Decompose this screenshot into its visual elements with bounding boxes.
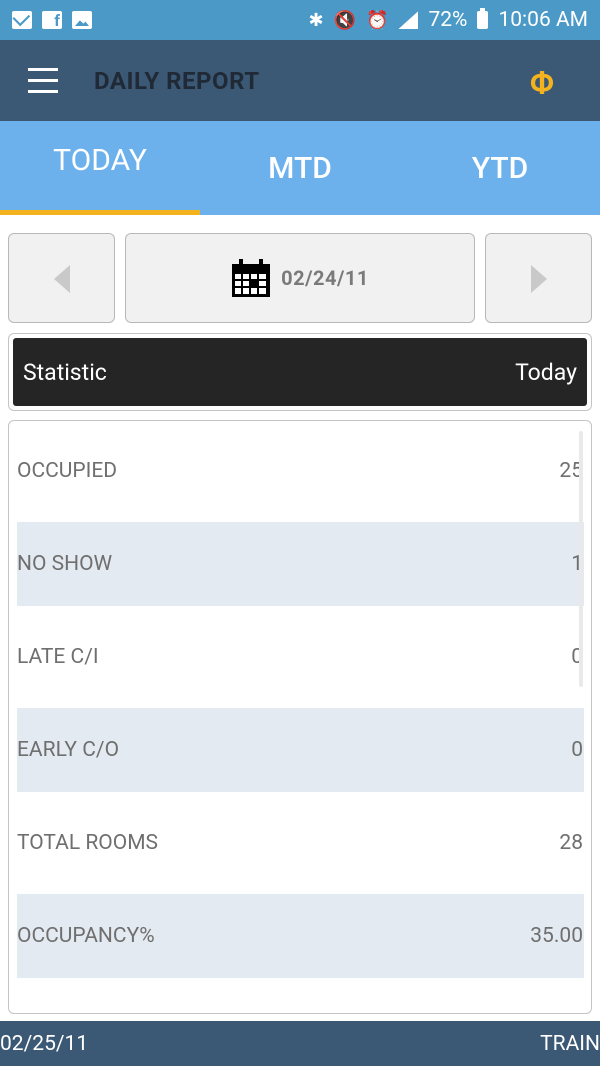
statistics-list[interactable]: OCCUPIED 25 NO SHOW 1 LATE C/I 0 EARLY C… <box>8 420 592 1014</box>
tab-mtd-label: MTD <box>268 151 332 186</box>
signal-icon <box>398 11 419 29</box>
stat-label: LATE C/I <box>17 645 99 669</box>
tab-mtd[interactable]: MTD <box>200 121 400 215</box>
gmail-icon <box>12 11 32 29</box>
tab-today[interactable]: TODAY <box>0 121 200 215</box>
calendar-icon <box>232 259 271 297</box>
selected-date: 02/24/11 <box>281 266 369 290</box>
arrow-left-icon <box>54 265 70 293</box>
app-header: DAILY REPORT Φ <box>0 40 600 121</box>
battery-icon <box>477 8 489 29</box>
next-day-button[interactable] <box>485 233 592 323</box>
stat-label: EARLY C/O <box>17 738 120 762</box>
list-item-late-ci: LATE C/I 0 <box>17 615 584 699</box>
stat-value: 0 <box>571 738 583 762</box>
status-bar: f ✱ 🔇 ⏰ 72% 10:06 AM <box>0 0 600 40</box>
mode-label: TRAIN <box>540 1031 600 1056</box>
notification-icons: f <box>12 11 92 30</box>
stat-label: NO SHOW <box>17 552 113 576</box>
stat-label: TOTAL ROOMS <box>17 831 158 855</box>
list-scrollbar[interactable] <box>579 431 583 687</box>
tab-ytd-label: YTD <box>471 151 529 186</box>
tab-today-label: TODAY <box>53 143 147 178</box>
facebook-icon: f <box>42 11 62 30</box>
active-tab-indicator <box>0 210 200 215</box>
date-picker-button[interactable]: 02/24/11 <box>125 233 475 323</box>
table-header: Statistic Today <box>13 338 587 406</box>
mute-icon: 🔇 <box>333 9 357 31</box>
period-tabs: TODAY MTD YTD <box>0 121 600 215</box>
hamburger-menu-icon[interactable] <box>28 63 84 99</box>
image-icon <box>72 11 92 29</box>
stat-value: 28 <box>559 831 583 855</box>
list-item-occupancy: OCCUPANCY% 35.00 <box>17 894 584 978</box>
bluetooth-icon: ✱ <box>308 9 324 31</box>
arrow-right-icon <box>531 265 547 293</box>
alarm-icon: ⏰ <box>366 9 389 31</box>
page-title: DAILY REPORT <box>94 66 260 95</box>
footer-bar: 02/25/11 TRAIN <box>0 1021 600 1066</box>
battery-percent: 72% <box>428 8 468 32</box>
column-header-statistic: Statistic <box>23 358 107 386</box>
clock: 10:06 AM <box>498 8 588 32</box>
list-item-no-show: NO SHOW 1 <box>17 522 584 606</box>
tab-ytd[interactable]: YTD <box>400 121 600 215</box>
list-item-occupied: OCCUPIED 25 <box>17 429 584 513</box>
business-date: 02/25/11 <box>0 1031 89 1056</box>
table-header-container: Statistic Today <box>8 333 592 411</box>
list-item-total-rooms: TOTAL ROOMS 28 <box>17 801 584 885</box>
previous-day-button[interactable] <box>8 233 115 323</box>
system-status: ✱ 🔇 ⏰ 72% 10:06 AM <box>309 8 588 32</box>
date-navigation: 02/24/11 <box>8 233 592 323</box>
brand-logo-icon: Φ <box>529 64 554 102</box>
stat-label: OCCUPIED <box>17 459 118 483</box>
column-header-today: Today <box>515 358 577 386</box>
list-item-early-co: EARLY C/O 0 <box>17 708 584 792</box>
stat-label: OCCUPANCY% <box>17 924 155 948</box>
stat-value: 35.00 <box>530 924 583 948</box>
